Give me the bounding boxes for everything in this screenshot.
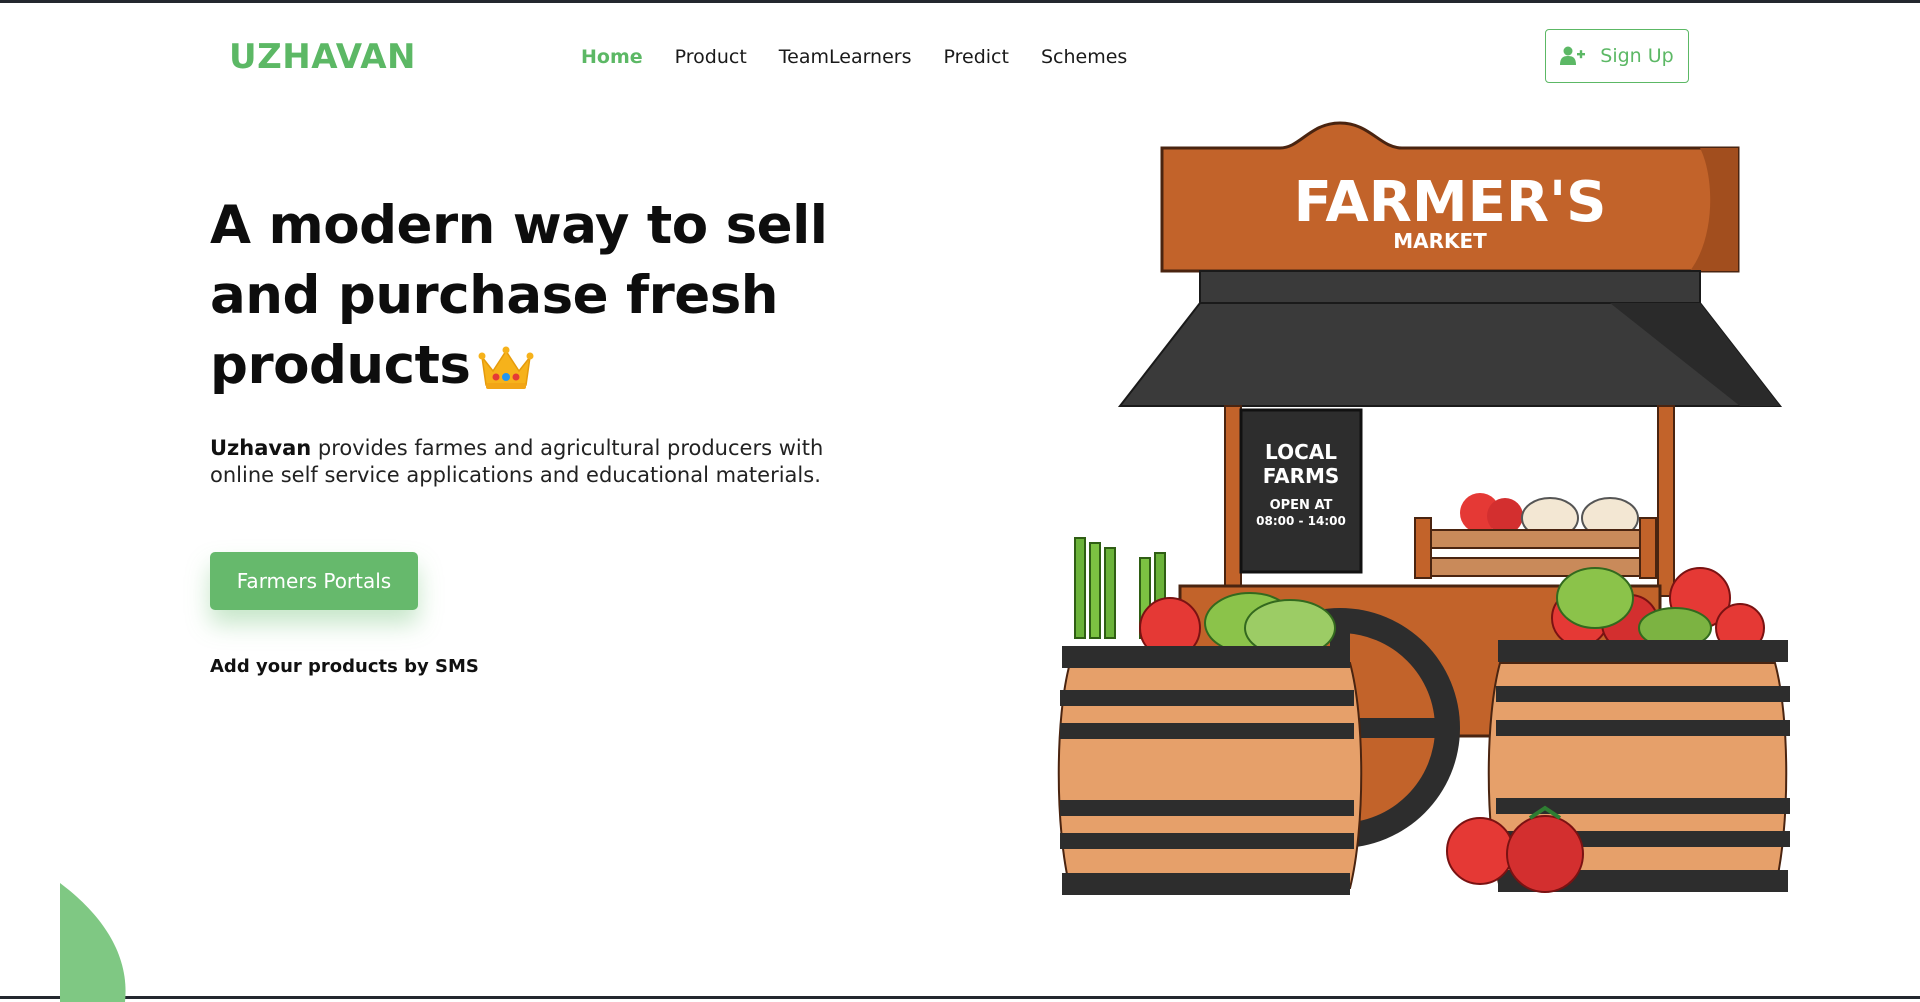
hero-desc-line1: provides farmes and agricultural produce…	[311, 436, 824, 460]
main-nav: Home Product TeamLearners Predict Scheme…	[581, 46, 1159, 68]
brand-logo[interactable]: UZHAVAN	[229, 37, 416, 77]
hero-desc-line2: online self service applications and edu…	[210, 463, 821, 487]
nav-predict[interactable]: Predict	[944, 46, 1009, 68]
right-post	[1657, 405, 1675, 597]
hero-description: Uzhavan provides farmes and agricultural…	[210, 435, 870, 489]
nav-product[interactable]: Product	[675, 46, 747, 68]
hero-title-line1: A modern way to sell	[210, 195, 828, 256]
left-barrel	[1057, 646, 1363, 895]
nav-schemes[interactable]: Schemes	[1041, 46, 1127, 68]
board-line2: FARMS	[1263, 464, 1340, 488]
board-line4: 08:00 - 14:00	[1256, 514, 1346, 528]
market-sign: FARMER'S MARKET	[1160, 121, 1740, 273]
nav-teamlearners[interactable]: TeamLearners	[779, 46, 912, 68]
board-line3: OPEN AT	[1270, 498, 1333, 513]
hero-title-line3: products	[210, 335, 471, 396]
sign-subtitle: MARKET	[1393, 229, 1487, 253]
left-post	[1224, 405, 1242, 597]
hero-title-line2: and purchase fresh	[210, 265, 778, 326]
user-plus-icon	[1560, 46, 1586, 65]
hero-title: A modern way to sell and purchase fresh pr…	[210, 191, 850, 401]
sign-up-button[interactable]: Sign Up	[1545, 29, 1689, 83]
leaf-decoration	[60, 883, 126, 1002]
sign-title: FARMER'S	[1294, 170, 1607, 235]
sms-link-text[interactable]: Add your products by SMS	[210, 656, 479, 677]
crown-icon	[478, 346, 534, 390]
farmers-market-illustration: FARMER'S MARKET LOCAL FARMS OPEN AT 08:0…	[1057, 121, 1790, 895]
produce-crate	[1414, 493, 1657, 579]
market-awning	[1117, 270, 1783, 407]
board-line1: LOCAL	[1265, 440, 1337, 464]
local-farms-board: LOCAL FARMS OPEN AT 08:00 - 14:00	[1239, 408, 1363, 574]
farmers-portals-button[interactable]: Farmers Portals	[210, 552, 418, 610]
sign-up-label: Sign Up	[1600, 45, 1674, 67]
nav-home[interactable]: Home	[581, 46, 643, 68]
hero-desc-brand: Uzhavan	[210, 436, 312, 460]
